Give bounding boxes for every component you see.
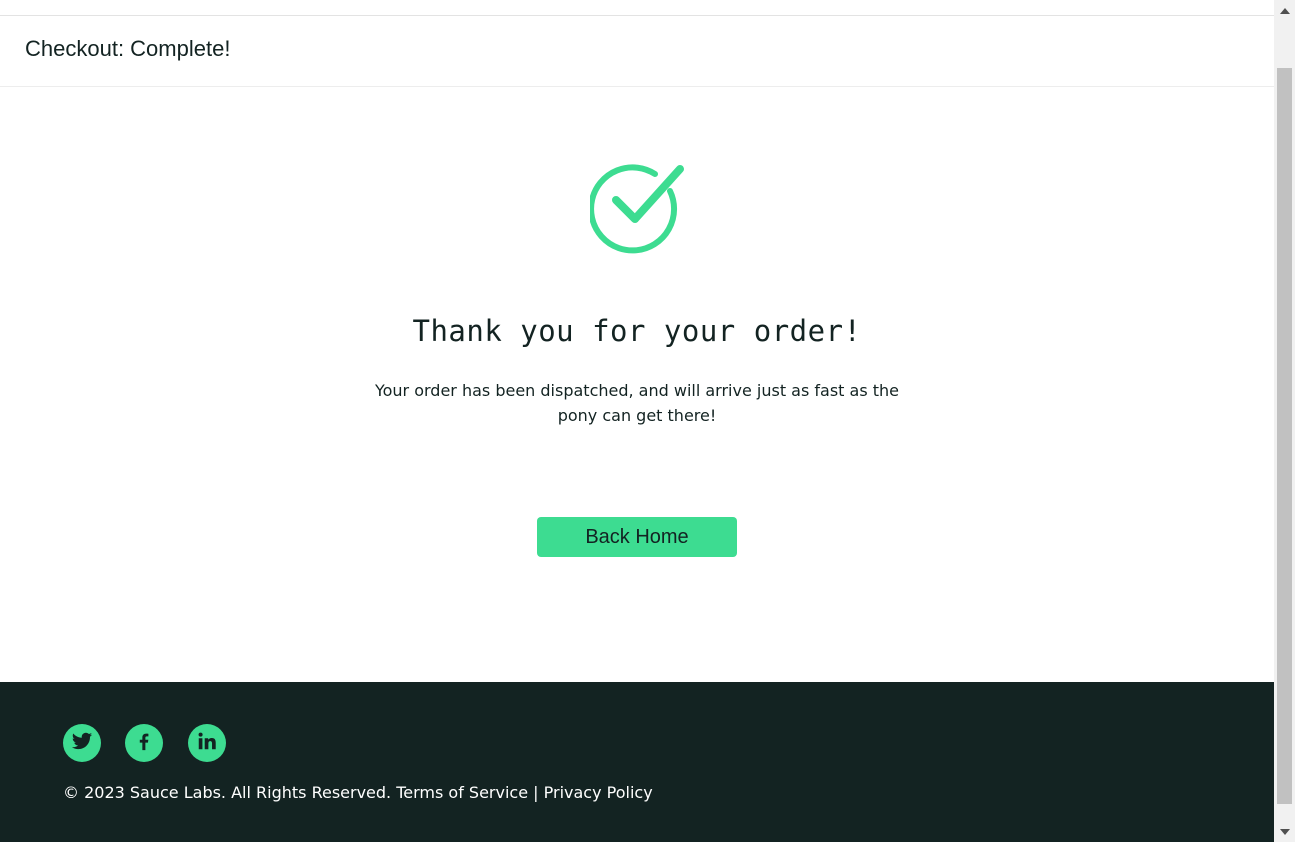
secondary-header: Checkout: Complete! bbox=[0, 16, 1274, 87]
page-title: Checkout: Complete! bbox=[25, 36, 231, 61]
checkmark-circle-icon bbox=[588, 164, 684, 254]
linkedin-link[interactable] bbox=[188, 724, 226, 762]
twitter-link[interactable] bbox=[63, 724, 101, 762]
footer-copyright: © 2023 Sauce Labs. All Rights Reserved. … bbox=[63, 783, 653, 802]
checkout-complete-page: Checkout: Complete! Thank you for your o… bbox=[0, 0, 1274, 842]
linkedin-icon bbox=[196, 730, 218, 757]
complete-header: Thank you for your order! bbox=[412, 314, 862, 348]
footer: © 2023 Sauce Labs. All Rights Reserved. … bbox=[0, 682, 1274, 842]
complete-text: Your order has been dispatched, and will… bbox=[374, 381, 900, 425]
scrollbar-thumb[interactable] bbox=[1277, 68, 1292, 804]
scroll-up-arrow-icon[interactable] bbox=[1274, 0, 1295, 21]
header-strip bbox=[0, 0, 1274, 16]
vertical-scrollbar[interactable] bbox=[1274, 0, 1295, 842]
twitter-icon bbox=[71, 730, 93, 757]
facebook-link[interactable] bbox=[125, 724, 163, 762]
back-home-button[interactable]: Back Home bbox=[537, 517, 737, 557]
facebook-icon bbox=[133, 730, 155, 757]
scroll-down-arrow-icon[interactable] bbox=[1274, 821, 1295, 842]
